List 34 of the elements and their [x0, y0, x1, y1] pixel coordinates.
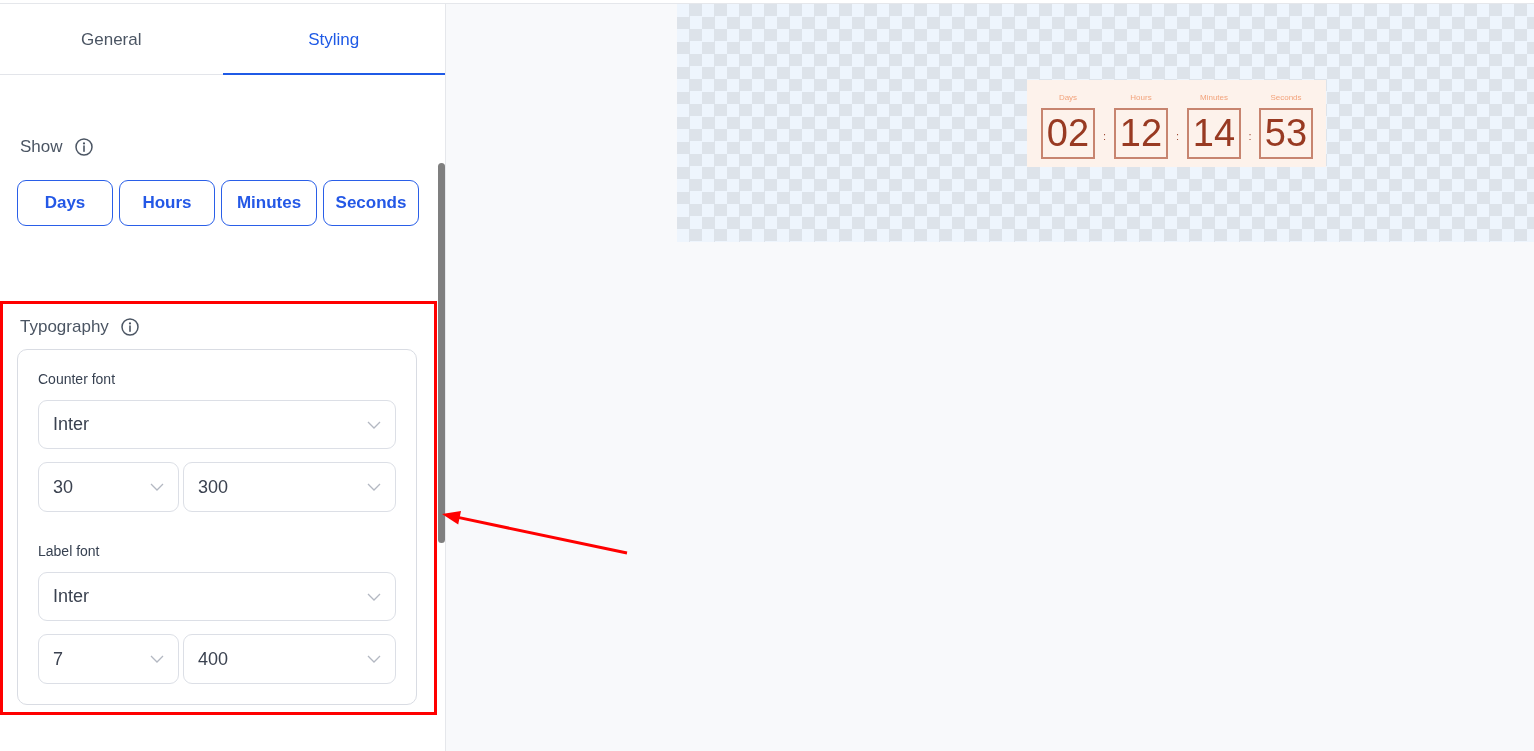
field-label: Counter font: [38, 370, 117, 388]
chevron-down-icon: [367, 483, 381, 491]
unit-label: Hours: [1130, 93, 1152, 103]
section-label: Typography: [20, 317, 109, 337]
chevron-down-icon: [367, 592, 381, 601]
countdown-value: 02: [1041, 108, 1095, 159]
toggle-button[interactable]: Days: [17, 180, 113, 226]
countdown-value: 53: [1259, 108, 1313, 159]
unit-label: Minutes: [1200, 93, 1228, 103]
section-label: Show: [20, 137, 63, 157]
chevron-down-icon: [367, 655, 381, 663]
countdown-value: 12: [1114, 108, 1168, 159]
info-icon[interactable]: [74, 138, 93, 156]
font-family-dropdown[interactable]: Inter: [38, 400, 396, 449]
font-family-dropdown[interactable]: Inter: [38, 572, 396, 621]
toggle-button[interactable]: Seconds: [323, 180, 419, 226]
info-icon[interactable]: [120, 318, 139, 336]
unit-label: Seconds: [1270, 93, 1302, 103]
scrollbar-thumb[interactable]: [438, 163, 445, 543]
font-size-dropdown[interactable]: 30: [38, 462, 179, 512]
font-size-dropdown[interactable]: 7: [38, 634, 179, 684]
chevron-down-icon: [150, 483, 164, 491]
colon-separator: :: [1102, 128, 1107, 142]
toggle-button[interactable]: Minutes: [221, 180, 317, 226]
chevron-down-icon: [367, 420, 381, 429]
unit-label: Days: [1058, 93, 1078, 103]
toggle-button[interactable]: Hours: [119, 180, 215, 226]
countdown-value: 14: [1187, 108, 1241, 159]
font-weight-dropdown[interactable]: 400: [183, 634, 396, 684]
field-label: Label font: [38, 542, 101, 560]
colon-separator: :: [1248, 128, 1252, 142]
chevron-down-icon: [150, 655, 164, 663]
colon-separator: :: [1175, 128, 1180, 142]
font-weight-dropdown[interactable]: 300: [183, 462, 396, 512]
